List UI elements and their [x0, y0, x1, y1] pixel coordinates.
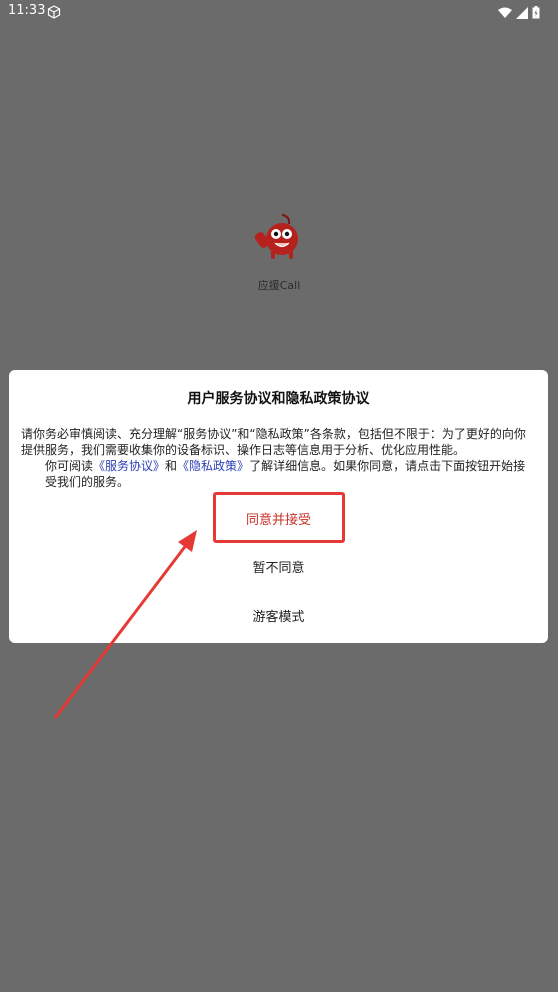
signal-icon — [516, 4, 528, 23]
privacy-dialog: 用户服务协议和隐私政策协议 请你务必审慎阅读、充分理解“服务协议”和“隐私政策”… — [9, 370, 548, 643]
battery-icon — [532, 4, 540, 23]
paragraph-2-lead: 你可阅读 — [45, 459, 94, 473]
privacy-policy-link[interactable]: 《隐私政策》 — [177, 459, 249, 473]
dialog-paragraph-1: 请你务必审慎阅读、充分理解“服务协议”和“隐私政策”各条款，包括但不限于：为了更… — [21, 427, 526, 457]
cube-icon — [47, 4, 61, 23]
decline-button[interactable]: 暂不同意 — [9, 557, 548, 576]
paragraph-2-and: 和 — [165, 459, 178, 473]
app-logo — [252, 212, 304, 264]
wifi-icon — [498, 4, 512, 23]
app-name: 应援Call — [257, 279, 301, 292]
status-time: 11:33 — [8, 3, 46, 18]
agree-button[interactable]: 同意并接受 — [9, 509, 548, 528]
dialog-paragraph-2: 你可阅读《服务协议》和《隐私政策》了解详细信息。如果你同意，请点击下面按钮开始接… — [21, 458, 536, 490]
dialog-title: 用户服务协议和隐私政策协议 — [187, 391, 370, 407]
guest-mode-button[interactable]: 游客模式 — [9, 606, 548, 625]
dialog-body: 请你务必审慎阅读、充分理解“服务协议”和“隐私政策”各条款，包括但不限于：为了更… — [21, 426, 536, 490]
service-agreement-link[interactable]: 《服务协议》 — [93, 459, 165, 473]
status-bar: 11:33 — [0, 0, 558, 24]
